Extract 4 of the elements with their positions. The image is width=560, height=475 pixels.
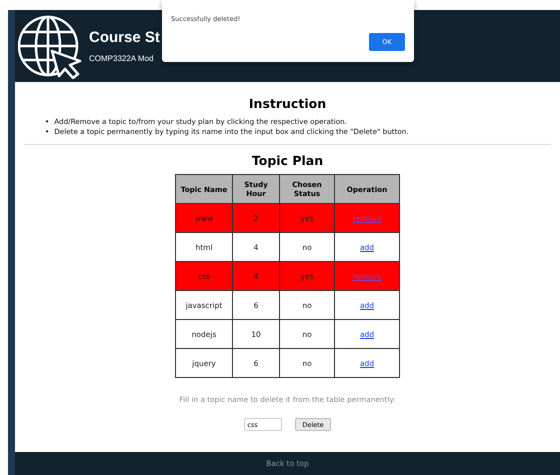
section-heading: Topic Plan bbox=[252, 153, 324, 168]
section-heading: Instruction bbox=[248, 96, 326, 111]
site-title: Course St bbox=[89, 28, 160, 47]
site-subtitle: COMP3322A Mod bbox=[89, 53, 154, 64]
